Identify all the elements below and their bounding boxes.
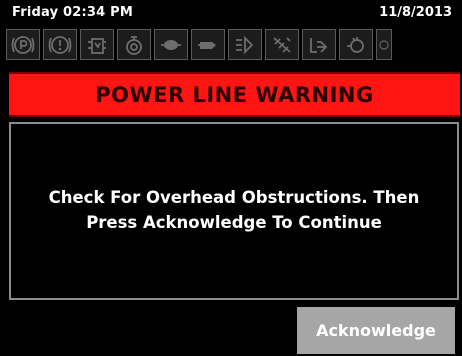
power-line-warning-screen: Friday 02:34 PM 11/8/2013 POWER LINE WAR… — [0, 0, 462, 356]
engine-temperature-icon — [117, 29, 151, 60]
status-bar: Friday 02:34 PM 11/8/2013 — [0, 0, 462, 24]
winch-icon — [339, 29, 373, 60]
indicator-icon-row — [6, 29, 462, 62]
acknowledge-button[interactable]: Acknowledge — [297, 307, 455, 354]
hydraulic-oil-icon — [80, 29, 114, 60]
warning-message-line-1: Check For Overhead Obstructions. Then — [48, 188, 420, 207]
warning-triangle-icon — [43, 29, 77, 60]
outrigger-icon — [154, 29, 188, 60]
warning-message: Check For Overhead Obstructions. Then Pr… — [11, 185, 457, 235]
parking-brake-icon — [6, 29, 40, 60]
status-day-time: Friday 02:34 PM — [12, 5, 133, 20]
boom-extend-icon — [228, 29, 262, 60]
engine-check-icon — [191, 29, 225, 60]
status-date: 11/8/2013 — [379, 5, 452, 20]
boom-retract-icon — [302, 29, 336, 60]
warning-message-line-2: Press Acknowledge To Continue — [86, 213, 382, 232]
warning-banner: POWER LINE WARNING — [9, 72, 460, 117]
wheel-icon — [376, 29, 392, 60]
message-box: Check For Overhead Obstructions. Then Pr… — [9, 122, 459, 300]
boom-swing-icon — [265, 29, 299, 60]
warning-title: POWER LINE WARNING — [95, 82, 374, 107]
